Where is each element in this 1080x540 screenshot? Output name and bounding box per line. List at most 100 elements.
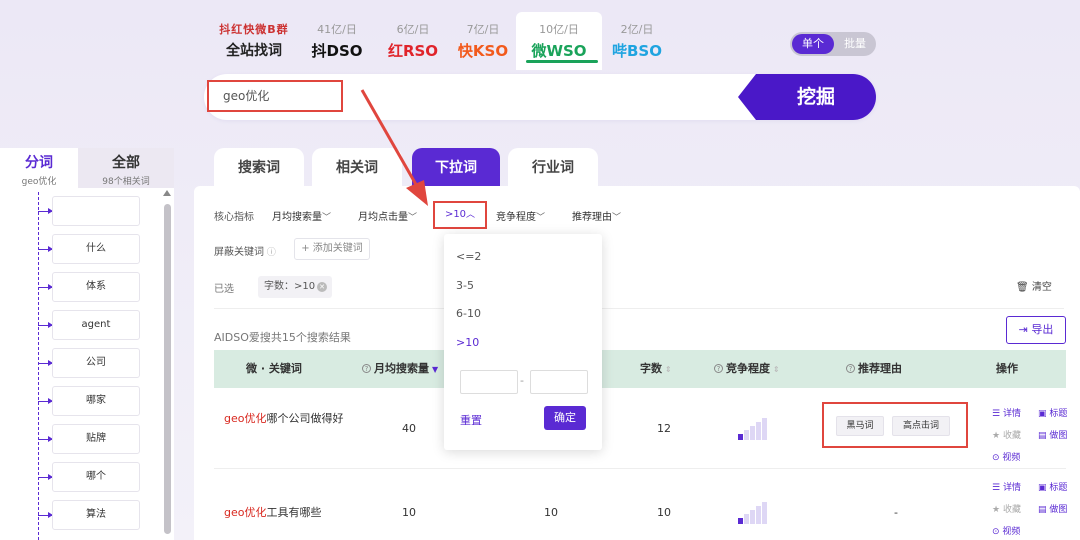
keyword-cell[interactable]: geo优化哪个公司做得好: [224, 410, 344, 428]
split-word-item[interactable]: 贴牌: [52, 424, 140, 454]
split-word-item[interactable]: 算法: [52, 500, 140, 530]
platform-sub: 2亿/日: [620, 23, 654, 36]
split-word-item[interactable]: 哪个: [52, 462, 140, 492]
dropdown-option[interactable]: 6-10: [456, 307, 481, 320]
sort-icon[interactable]: ▼: [432, 365, 438, 374]
tab-search-words[interactable]: 搜索词: [214, 148, 304, 188]
platform-tab-kso[interactable]: 7亿/日 快KSO: [448, 12, 518, 70]
tree-arrow: [38, 512, 53, 518]
filter-label: 月均搜索量: [272, 212, 322, 223]
selected-label: 已选: [214, 284, 234, 295]
cover-link[interactable]: ▤ 做图: [1038, 502, 1067, 515]
col-label: 推荐理由: [858, 362, 902, 375]
platform-name: KSO: [472, 42, 509, 60]
chevron-down-icon: ﹀: [612, 213, 622, 223]
chevron-down-icon: ﹀: [322, 213, 332, 223]
split-word-item[interactable]: 哪家: [52, 386, 140, 416]
title-icon: ▣: [1038, 483, 1050, 493]
export-icon: ⇥: [1018, 323, 1032, 336]
mode-toggle[interactable]: 单个 批量: [790, 32, 876, 56]
platform-tab-all[interactable]: 抖红快微B群 全站找词: [210, 12, 298, 70]
core-metric-label: 核心指标: [214, 212, 254, 223]
split-word-item[interactable]: 公司: [52, 348, 140, 378]
chevron-up-icon: ︿: [466, 210, 476, 220]
list-icon: ☰: [992, 483, 1003, 493]
competition-bar: [750, 426, 755, 440]
selected-filter-chip: 字数：>10 ✕: [258, 276, 332, 298]
add-keyword-button[interactable]: + 添加关键词: [294, 238, 370, 260]
split-word-item[interactable]: 什么: [52, 234, 140, 264]
help-icon: ?: [846, 364, 855, 373]
toggle-batch[interactable]: 批量: [836, 34, 874, 54]
filter-reason[interactable]: 推荐理由﹀: [572, 208, 621, 223]
dig-button[interactable]: 挖掘: [738, 74, 876, 120]
toggle-single[interactable]: 单个: [792, 34, 834, 54]
dropdown-option-selected[interactable]: >10: [456, 336, 479, 349]
col-chars[interactable]: 字数 ⇕: [640, 350, 672, 388]
col-keyword: 微 · 关键词: [246, 362, 302, 375]
dropdown-option[interactable]: <=2: [456, 250, 481, 263]
platform-prefix: 红: [387, 42, 403, 60]
col-reason: ? 推荐理由: [846, 350, 902, 388]
result-count: AIDSO爱搜共15个搜索结果: [214, 331, 351, 344]
row-ops: ☰ 详情 ▣ 标题 ★ 收藏 ▤ 做图 ⊙ 视频: [992, 400, 1072, 463]
platform-tab-dso[interactable]: 41亿/日 抖DSO: [302, 12, 372, 70]
title-icon: ▣: [1038, 409, 1050, 419]
confirm-button[interactable]: 确定: [544, 406, 586, 430]
keyword-cell[interactable]: geo优化工具有哪些: [224, 504, 384, 522]
reset-button[interactable]: 重置: [460, 412, 482, 428]
video-link[interactable]: ⊙ 视频: [992, 450, 1020, 463]
detail-link[interactable]: ☰ 详情: [992, 406, 1021, 419]
split-word-item[interactable]: 体系: [52, 272, 140, 302]
scroll-up-icon[interactable]: [163, 190, 171, 196]
split-word-item[interactable]: [52, 196, 140, 226]
filter-avg-click[interactable]: 月均点击量﹀: [358, 208, 417, 223]
title-link[interactable]: ▣ 标题: [1038, 406, 1067, 419]
star-icon: ★: [992, 431, 1003, 441]
clear-label: 清空: [1031, 282, 1052, 293]
filter-avg-search[interactable]: 月均搜索量﹀: [272, 208, 331, 223]
col-avg-search[interactable]: ? 月均搜索量 ▼: [362, 350, 438, 388]
tab-dropdown-words[interactable]: 下拉词: [412, 148, 500, 188]
search-input[interactable]: geo优化: [207, 80, 343, 112]
sort-icon[interactable]: ⇕: [773, 365, 780, 374]
filter-char-count[interactable]: >10︿: [433, 201, 487, 229]
tab-split-words[interactable]: 分词 geo优化: [0, 148, 78, 188]
sort-icon[interactable]: ⇕: [665, 365, 672, 374]
max-chars-input[interactable]: [530, 370, 588, 394]
scrollbar[interactable]: [162, 188, 172, 540]
clear-button[interactable]: 🗑 清空: [1016, 278, 1052, 293]
split-word-item[interactable]: agent: [52, 310, 140, 340]
collect-link[interactable]: ★ 收藏: [992, 428, 1021, 441]
export-button[interactable]: ⇥ 导出: [1006, 316, 1066, 344]
cover-link[interactable]: ▤ 做图: [1038, 428, 1067, 441]
export-label: 导出: [1031, 323, 1054, 336]
detail-link[interactable]: ☰ 详情: [992, 480, 1021, 493]
col-competition[interactable]: ? 竞争程度 ⇕: [714, 350, 780, 388]
min-chars-input[interactable]: [460, 370, 518, 394]
collect-link[interactable]: ★ 收藏: [992, 502, 1021, 515]
platform-sub: 41亿/日: [317, 23, 357, 36]
reason-tag: 黑马词: [836, 416, 884, 436]
tab-industry-words[interactable]: 行业词: [508, 148, 598, 188]
close-icon[interactable]: ✕: [317, 282, 327, 292]
platform-tab-bso[interactable]: 2亿/日 哔BSO: [602, 12, 672, 70]
tab-all-words[interactable]: 全部 98个相关词: [78, 148, 174, 188]
tab-related-words[interactable]: 相关词: [312, 148, 402, 188]
tab-title: 全部: [112, 155, 140, 171]
avg-search-cell: 10: [402, 506, 416, 519]
keyword-highlight: geo优化: [224, 506, 267, 519]
dropdown-option[interactable]: 3-5: [456, 279, 474, 292]
col-label: 竞争程度: [726, 362, 770, 375]
platform-name: DSO: [326, 42, 363, 60]
table-row: geo优化哪个公司做得好 40 12 黑马词 高点击词 ☰ 详情 ▣ 标题 ★ …: [214, 392, 1067, 464]
platform-tab-rso[interactable]: 6亿/日 红RSO: [378, 12, 448, 70]
platform-tabs: 抖红快微B群 全站找词 41亿/日 抖DSO 6亿/日 红RSO 7亿/日 快K…: [210, 12, 670, 70]
filter-competition[interactable]: 竞争程度﹀: [496, 208, 545, 223]
video-link[interactable]: ⊙ 视频: [992, 524, 1020, 537]
scroll-thumb[interactable]: [164, 204, 171, 534]
title-link[interactable]: ▣ 标题: [1038, 480, 1067, 493]
platform-tab-wso[interactable]: 10亿/日 微WSO: [516, 12, 602, 70]
tab-subtitle: geo优化: [21, 177, 57, 187]
word-split-panel: 分词 geo优化 全部 98个相关词 什么体系 agent 公司哪家贴牌哪个算法: [0, 148, 174, 540]
